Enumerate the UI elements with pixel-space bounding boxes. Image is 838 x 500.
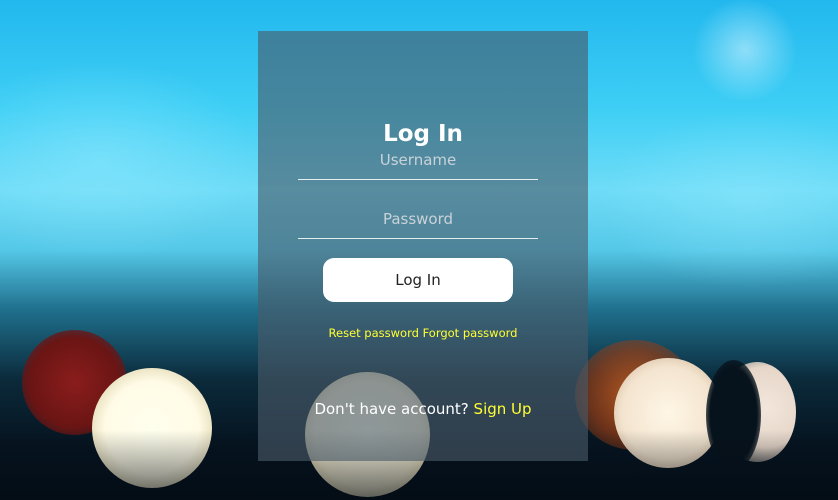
bokeh-sky-glow — [0, 60, 260, 260]
login-title: Log In — [383, 121, 463, 147]
bokeh-sky-glow — [600, 110, 838, 290]
username-input[interactable] — [298, 146, 538, 180]
signup-prompt: Don't have account? Sign Up — [258, 400, 588, 418]
password-input[interactable] — [298, 205, 538, 239]
login-panel: Log In Log In Reset password Forgot pass… — [258, 31, 588, 461]
signup-link[interactable]: Sign Up — [474, 400, 532, 418]
background-scene: Log In Log In Reset password Forgot pass… — [0, 0, 838, 500]
login-button[interactable]: Log In — [323, 258, 513, 302]
forgot-password-link[interactable]: Forgot password — [423, 326, 518, 340]
no-account-text: Don't have account? — [314, 400, 469, 418]
bokeh-sky-light — [690, 0, 800, 100]
password-links: Reset password Forgot password — [258, 326, 588, 340]
reset-password-link[interactable]: Reset password — [329, 326, 419, 340]
